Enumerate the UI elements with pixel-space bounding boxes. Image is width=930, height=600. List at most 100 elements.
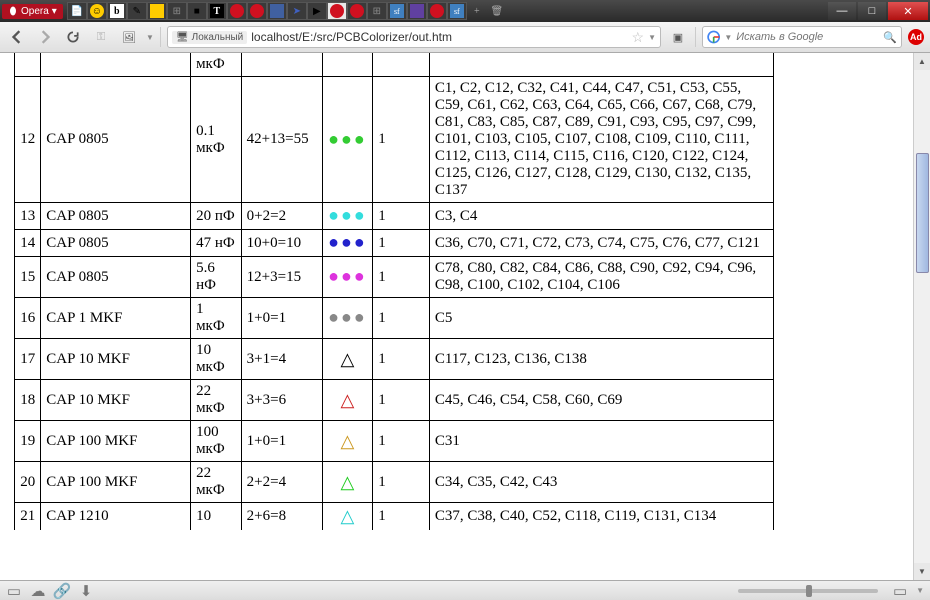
cell-refs: C117, C123, C136, C138 — [429, 339, 773, 380]
sync-icon[interactable]: 🔗 — [54, 583, 70, 599]
table-row: 19CAP 100 MKF100 мкФ1+0=1△1C31 — [15, 421, 774, 462]
tab-icon: ■ — [190, 4, 204, 18]
maximize-button[interactable]: □ — [858, 2, 886, 20]
tab[interactable]: ➤ — [287, 2, 307, 20]
cell-count: 2+6=8 — [241, 503, 322, 531]
cell-type: CAP 0805 — [41, 77, 191, 203]
tab[interactable]: ✎ — [127, 2, 147, 20]
cell-index: 16 — [15, 298, 41, 339]
back-button[interactable] — [6, 26, 28, 48]
cell-index: 20 — [15, 462, 41, 503]
tab[interactable] — [267, 2, 287, 20]
chevron-down-icon[interactable]: ▼ — [648, 33, 656, 42]
cell-type: CAP 0805 — [41, 203, 191, 230]
statusbar: ▭ ☁ 🔗 ⬇ ▭ ▼ — [0, 580, 930, 600]
cell-index: 21 — [15, 503, 41, 531]
camera-icon[interactable]: ▣ — [667, 26, 689, 48]
local-label: Локальный — [192, 32, 244, 43]
image-icon[interactable]: 🖼 — [118, 26, 140, 48]
cell-refs: C78, C80, C82, C84, C86, C88, C90, C92, … — [429, 257, 773, 298]
chevron-down-icon[interactable]: ▼ — [916, 586, 924, 595]
cell-refs: C5 — [429, 298, 773, 339]
zoom-thumb[interactable] — [806, 585, 812, 597]
tab[interactable] — [347, 2, 367, 20]
cell-symbol: △ — [322, 462, 373, 503]
cell-qty: 1 — [373, 421, 430, 462]
minimize-button[interactable]: — — [828, 2, 856, 20]
close-button[interactable]: ✕ — [888, 2, 928, 20]
chevron-down-icon: ▾ — [52, 6, 57, 17]
cell-index: 15 — [15, 257, 41, 298]
cell-refs: C1, C2, C12, C32, C41, C44, C47, C51, C5… — [429, 77, 773, 203]
cell-symbol: △ — [322, 503, 373, 531]
tab[interactable]: b — [107, 2, 127, 20]
scroll-thumb[interactable] — [916, 153, 929, 273]
table-row: 20CAP 100 MKF22 мкФ2+2=4△1C34, C35, C42,… — [15, 462, 774, 503]
tab-icon: 📄 — [70, 4, 84, 18]
cell-refs: C34, C35, C42, C43 — [429, 462, 773, 503]
cell-value: 1 мкФ — [191, 298, 242, 339]
cloud-icon[interactable]: ☁ — [30, 583, 46, 599]
cell-count: 3+1=4 — [241, 339, 322, 380]
tab-icon: ➤ — [290, 4, 304, 18]
tab[interactable]: ☺ — [87, 2, 107, 20]
tab[interactable] — [247, 2, 267, 20]
cell-qty: 1 — [373, 77, 430, 203]
search-icon[interactable]: 🔍 — [883, 31, 897, 44]
cell-index: 18 — [15, 380, 41, 421]
tab[interactable]: T — [207, 2, 227, 20]
cell — [15, 53, 41, 77]
table-row: 17CAP 10 MKF10 мкФ3+1=4△1C117, C123, C13… — [15, 339, 774, 380]
adblock-icon[interactable]: Ad — [908, 29, 924, 45]
cell-qty: 1 — [373, 298, 430, 339]
tab-icon: T — [210, 4, 224, 18]
smiley-icon: ☺ — [90, 4, 104, 18]
page-viewport[interactable]: мкФ12CAP 08050.1 мкФ42+13=55●●●1C1, C2, … — [0, 53, 913, 580]
cell-count: 1+0=1 — [241, 298, 322, 339]
panel-icon[interactable]: ▭ — [6, 583, 22, 599]
download-icon[interactable]: ⬇ — [78, 583, 94, 599]
tab[interactable]: 📄 — [67, 2, 87, 20]
cell-qty: 1 — [373, 203, 430, 230]
search-bar[interactable]: ▼ 🔍 — [702, 26, 902, 48]
tab-active[interactable] — [327, 2, 347, 20]
tab[interactable]: ⊞ — [167, 2, 187, 20]
zoom-slider[interactable] — [738, 589, 878, 593]
table-row-partial: мкФ — [15, 53, 774, 77]
separator — [160, 27, 161, 47]
tab[interactable]: ⊞ — [367, 2, 387, 20]
tab[interactable]: sf — [387, 2, 407, 20]
cell-count: 1+0=1 — [241, 421, 322, 462]
new-tab-button[interactable]: + — [467, 2, 487, 20]
tab[interactable] — [407, 2, 427, 20]
cell-refs: C31 — [429, 421, 773, 462]
tab[interactable]: sf — [447, 2, 467, 20]
vertical-scrollbar[interactable]: ▲ ▼ — [913, 53, 930, 580]
scroll-up-button[interactable]: ▲ — [914, 53, 930, 70]
star-icon[interactable]: ☆ — [632, 29, 645, 46]
scroll-down-button[interactable]: ▼ — [914, 563, 930, 580]
computer-icon: 🖥 — [176, 32, 189, 43]
cell-symbol: ●●● — [322, 257, 373, 298]
chevron-down-icon[interactable]: ▼ — [724, 33, 732, 42]
tab[interactable] — [147, 2, 167, 20]
table-row: 15CAP 08055.6 нФ12+3=15●●●1C78, C80, C82… — [15, 257, 774, 298]
key-icon[interactable]: ⚿ — [90, 26, 112, 48]
search-input[interactable] — [736, 31, 879, 43]
tab[interactable]: ■ — [187, 2, 207, 20]
cell-symbol: ●●● — [322, 230, 373, 257]
cell-value: 20 пФ — [191, 203, 242, 230]
opera-menu-button[interactable]: Opera ▾ — [2, 4, 63, 19]
cell-count: 12+3=15 — [241, 257, 322, 298]
zoom-fit-icon[interactable]: ▭ — [892, 583, 908, 599]
cell-value: 100 мкФ — [191, 421, 242, 462]
tab[interactable] — [427, 2, 447, 20]
tab[interactable] — [227, 2, 247, 20]
cell-symbol: ●●● — [322, 203, 373, 230]
forward-button[interactable] — [34, 26, 56, 48]
trash-button[interactable]: 🗑 — [487, 2, 507, 20]
reload-button[interactable] — [62, 26, 84, 48]
address-bar[interactable]: 🖥 Локальный localhost/E:/src/PCBColorize… — [167, 26, 661, 48]
tab[interactable]: ▶ — [307, 2, 327, 20]
chevron-down-icon[interactable]: ▼ — [146, 33, 154, 42]
